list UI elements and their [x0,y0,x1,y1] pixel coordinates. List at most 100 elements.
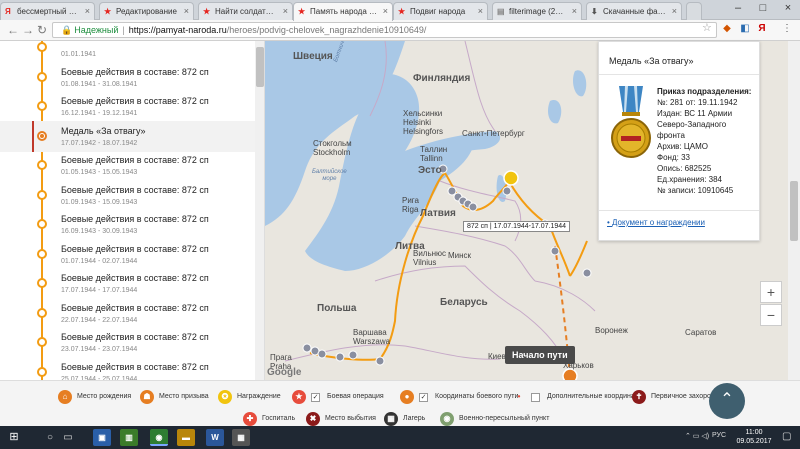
bookmark-star-icon[interactable]: ☆ [702,21,712,34]
extension-icon[interactable]: ◆ [720,23,734,34]
app-icon-2[interactable]: ▥ [120,429,138,446]
url-field[interactable]: 🔒 Надежный | https://pamyat-naroda.ru/heroe… [52,22,717,38]
event-item[interactable]: Боевые действия в составе: 872 сп 16.12.1… [0,91,255,122]
zoom-out-button[interactable]: − [760,304,782,326]
event-title: Боевые действия в составе: 872 сп [61,361,209,372]
event-item[interactable]: Боевые действия в составе: 872 сп 01.08.1… [0,62,255,93]
tab-6[interactable]: ▤ filterimage (2556 × [492,2,582,20]
event-item[interactable]: Боевые действия в составе: 872 сп 16.09.1… [0,209,255,240]
windows-start-icon[interactable]: ⊞ [0,426,28,449]
award-info-card: Медаль «За отвагу» Приказ подразделения:… [598,41,760,241]
map-marker [468,202,478,212]
address-bar: ← → ↻ 🔒 Надежный | https://pamyat-naroda.ru… [0,20,800,41]
events-timeline: 01.01.1941 Боевые действия в составе: 872… [0,41,265,380]
tab-4-active[interactable]: ★ Память народа :: Г × [293,2,393,21]
record-number: № записи: 10910645 [657,186,734,195]
star-icon: ★ [398,7,406,16]
language-indicator[interactable]: РУС [712,432,726,439]
close-icon[interactable]: × [572,6,577,16]
tab-3[interactable]: ★ Найти солдата | О × [198,2,293,20]
card-title: Медаль «За отвагу» [609,56,694,66]
tab-5[interactable]: ★ Подвиг народа × [393,2,488,20]
reload-icon[interactable]: ↻ [35,23,49,37]
menu-kebab-icon[interactable]: ⋮ [780,23,794,34]
event-date: 01.01.1941 [61,51,97,58]
label-tallinn: Таллин Tallinn [420,145,448,163]
camp-icon: ▦ [384,412,398,426]
map-marker [550,246,560,256]
forward-arrow-icon[interactable]: → [21,23,35,37]
page-scroll-thumb[interactable] [790,181,798,241]
tray-icons[interactable]: ⌃ ▭ ◁) [685,432,709,440]
event-date: 01.09.1943 - 15.09.1943 [61,198,138,206]
event-item[interactable]: Боевые действия в составе: 872 сп 22.07.1… [0,298,255,329]
event-item[interactable]: Боевые действия в составе: 872 сп 25.07.1… [0,357,255,380]
card-divider [599,74,759,75]
close-icon[interactable]: × [478,6,483,16]
battle-operation-checkbox[interactable]: ✓ [311,393,320,402]
route-tooltip: 872 сп | 17.07.1944-17.07.1944 [463,221,571,232]
event-title: Боевые действия в составе: 872 сп [61,155,209,165]
clock[interactable]: 11:00 09.05.2017 [733,428,775,446]
app-icon-6[interactable]: ▦ [232,429,250,446]
tab-1[interactable]: Ябессмертный пол × [0,2,95,20]
map-marker [447,186,457,196]
label-stockholm: Стокгольм Stockholm [313,139,352,157]
award-document-link[interactable]: • Документ о награждении [607,218,705,227]
event-title: Боевые действия в составе: 872 сп [61,243,209,254]
award-document-link-text[interactable]: Документ о награждении [612,218,705,227]
event-item-selected[interactable]: Медаль «За отвагу» 17.07.1942 - 18.07.194… [0,120,255,152]
chrome-icon[interactable]: ◉ [150,429,168,446]
zoom-in-button[interactable]: + [760,281,782,303]
timeline-dot [37,42,47,52]
close-icon[interactable]: × [383,6,388,16]
map-marker [335,352,345,362]
tab-7[interactable]: ⬇ Скачанные файлы × [586,2,682,20]
list-scrollbar[interactable] [255,41,264,380]
fond: Фонд: 33 [657,153,690,162]
scroll-up-button[interactable]: ⌃ [709,383,745,419]
minimize-icon[interactable]: – [730,2,746,14]
event-item[interactable]: Боевые действия в составе: 872 сп 01.05.1… [0,150,255,181]
event-item[interactable]: Боевые действия в составе: 872 сп 17.07.1… [0,268,255,299]
event-date: 16.12.1941 - 19.12.1941 [61,110,138,117]
timeline-dot [37,130,47,141]
event-item[interactable]: Боевые действия в составе: 872 сп 01.07.1… [0,239,255,270]
event-item[interactable]: Боевые действия в составе: 872 сп 01.09.1… [0,180,255,211]
additional-coords-checkbox[interactable] [531,393,540,402]
folder-icon[interactable]: ▬ [177,429,195,446]
list-scroll-thumb[interactable] [256,47,264,87]
image-icon: ▤ [497,7,505,16]
event-date: 01.08.1941 - 31.08.1941 [61,80,138,88]
label-sweden: Швеция [293,51,333,62]
word-icon[interactable]: W [206,429,224,446]
back-arrow-icon[interactable]: ← [6,23,20,37]
close-icon[interactable]: × [672,6,677,16]
battle-path-checkbox[interactable]: ✓ [419,393,428,402]
notification-icon[interactable]: ▢ [782,431,791,442]
event-item[interactable]: Боевые действия в составе: 872 сп 23.07.1… [0,327,255,358]
window-close-icon[interactable]: × [780,2,796,14]
maximize-icon[interactable]: □ [755,2,771,14]
task-view-icon[interactable]: ▭ [58,429,78,446]
lake-onega [572,70,587,97]
start-marker [562,368,578,380]
page-scrollbar[interactable] [788,41,800,380]
tab-label: бессмертный пол [17,7,82,16]
yandex-extension-icon[interactable]: Я [755,23,769,34]
storage-unit: Ед.хранения: 384 [657,175,723,184]
event-item[interactable]: 01.01.1941 [0,41,255,63]
tab-label: Подвиг народа [410,7,466,16]
lake-ladoga [547,100,562,124]
google-logo: Google [267,367,302,378]
close-icon[interactable]: × [184,6,189,16]
legend-label: Военно-пересыльный пункт [459,415,550,422]
close-icon[interactable]: × [85,6,90,16]
tab-2[interactable]: ★ Редактирование × [99,2,194,20]
extension-icon-2[interactable]: ◧ [738,23,752,34]
new-tab-button[interactable] [686,2,702,20]
label-estonia: Эсто [418,165,442,176]
transit-icon: ◉ [440,412,454,426]
close-icon[interactable]: × [283,6,288,16]
app-icon-1[interactable]: ▣ [93,429,111,446]
